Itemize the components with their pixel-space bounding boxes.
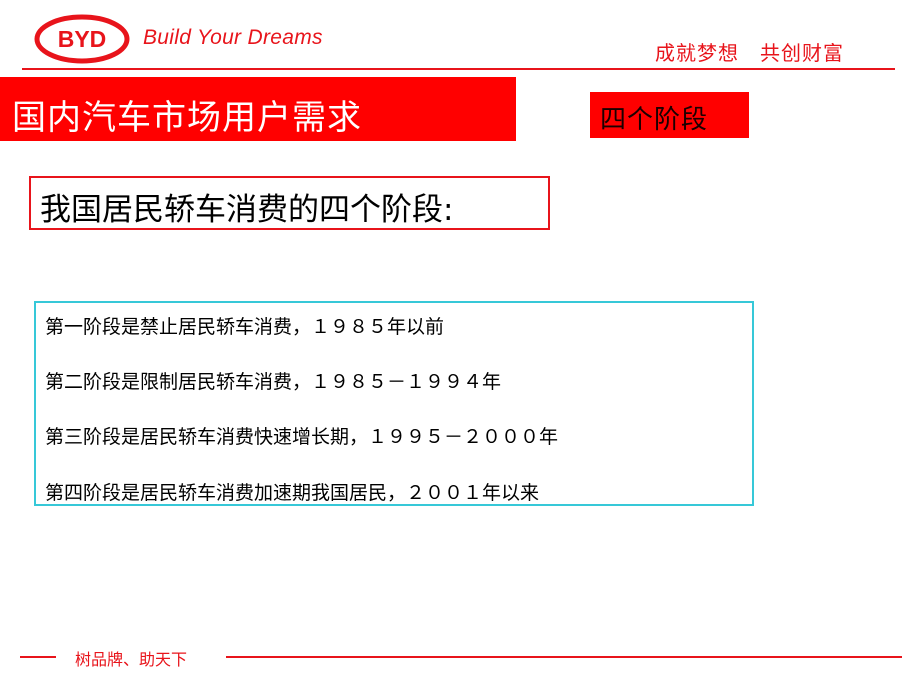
- page-title: 国内汽车市场用户需求: [12, 98, 362, 138]
- slogan-chinese: 成就梦想 共创财富: [655, 41, 844, 65]
- footer-divider-left: [20, 656, 56, 658]
- footer-slogan: 树品牌、助天下: [75, 650, 188, 669]
- subtitle-text: 我国居民轿车消费的四个阶段:: [40, 192, 454, 228]
- stage-item: 第一阶段是禁止居民轿车消费，１９８５年以前: [45, 316, 445, 338]
- header-divider: [22, 68, 895, 70]
- section-badge-label: 四个阶段: [600, 105, 709, 135]
- logo-text: BYD: [58, 26, 107, 52]
- footer-divider-right: [226, 656, 902, 658]
- stage-item: 第三阶段是居民轿车消费快速增长期，１９９５－２０００年: [45, 426, 559, 448]
- stage-item: 第四阶段是居民轿车消费加速期我国居民，２００１年以来: [45, 482, 540, 504]
- stage-item: 第二阶段是限制居民轿车消费，１９８５－１９９４年: [45, 371, 502, 393]
- slogan-english: Build Your Dreams: [143, 26, 323, 49]
- byd-logo: BYD: [34, 14, 130, 64]
